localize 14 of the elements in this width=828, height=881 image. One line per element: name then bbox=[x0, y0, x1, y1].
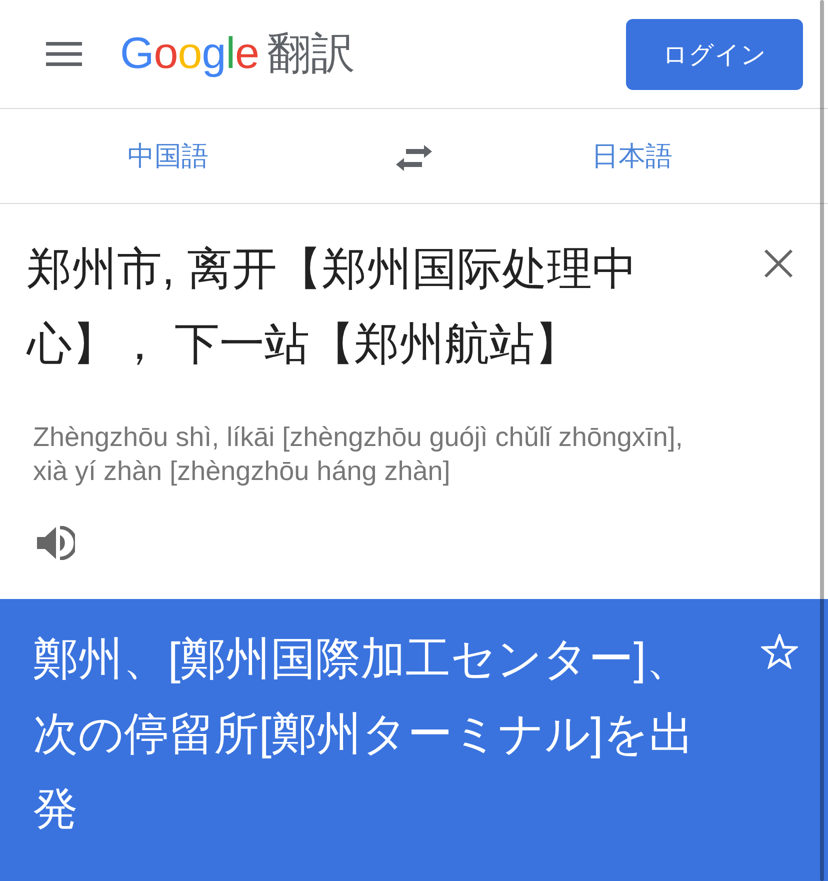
product-name: 翻訳 bbox=[266, 32, 355, 76]
translation-text: 鄭州、[鄭州国際加工センター]、次の停留所[鄭州ターミナル]を出発 bbox=[33, 632, 696, 836]
menu-icon[interactable] bbox=[46, 42, 82, 66]
logo-wordmark: Google bbox=[120, 32, 259, 76]
speaker-icon[interactable] bbox=[37, 526, 75, 560]
scrollbar-thumb[interactable] bbox=[820, 0, 824, 881]
source-text[interactable]: 郑州市, 离开【郑州国际处理中心】， 下一站【郑州航站】 bbox=[27, 231, 677, 381]
close-icon[interactable] bbox=[764, 249, 793, 278]
romanization-text: Zhèngzhōu shì, líkāi [zhèngzhōu guójì chǔlǐ zhōngxīn], xià yí zhàn [zhèngzhōu háng zhàn] bbox=[33, 421, 684, 488]
login-button[interactable]: ログイン bbox=[626, 18, 803, 90]
star-icon[interactable] bbox=[761, 634, 798, 669]
target-language-button[interactable]: 日本語 bbox=[582, 132, 682, 180]
swap-languages-icon[interactable] bbox=[396, 145, 432, 171]
source-language-button[interactable]: 中国語 bbox=[118, 132, 218, 180]
